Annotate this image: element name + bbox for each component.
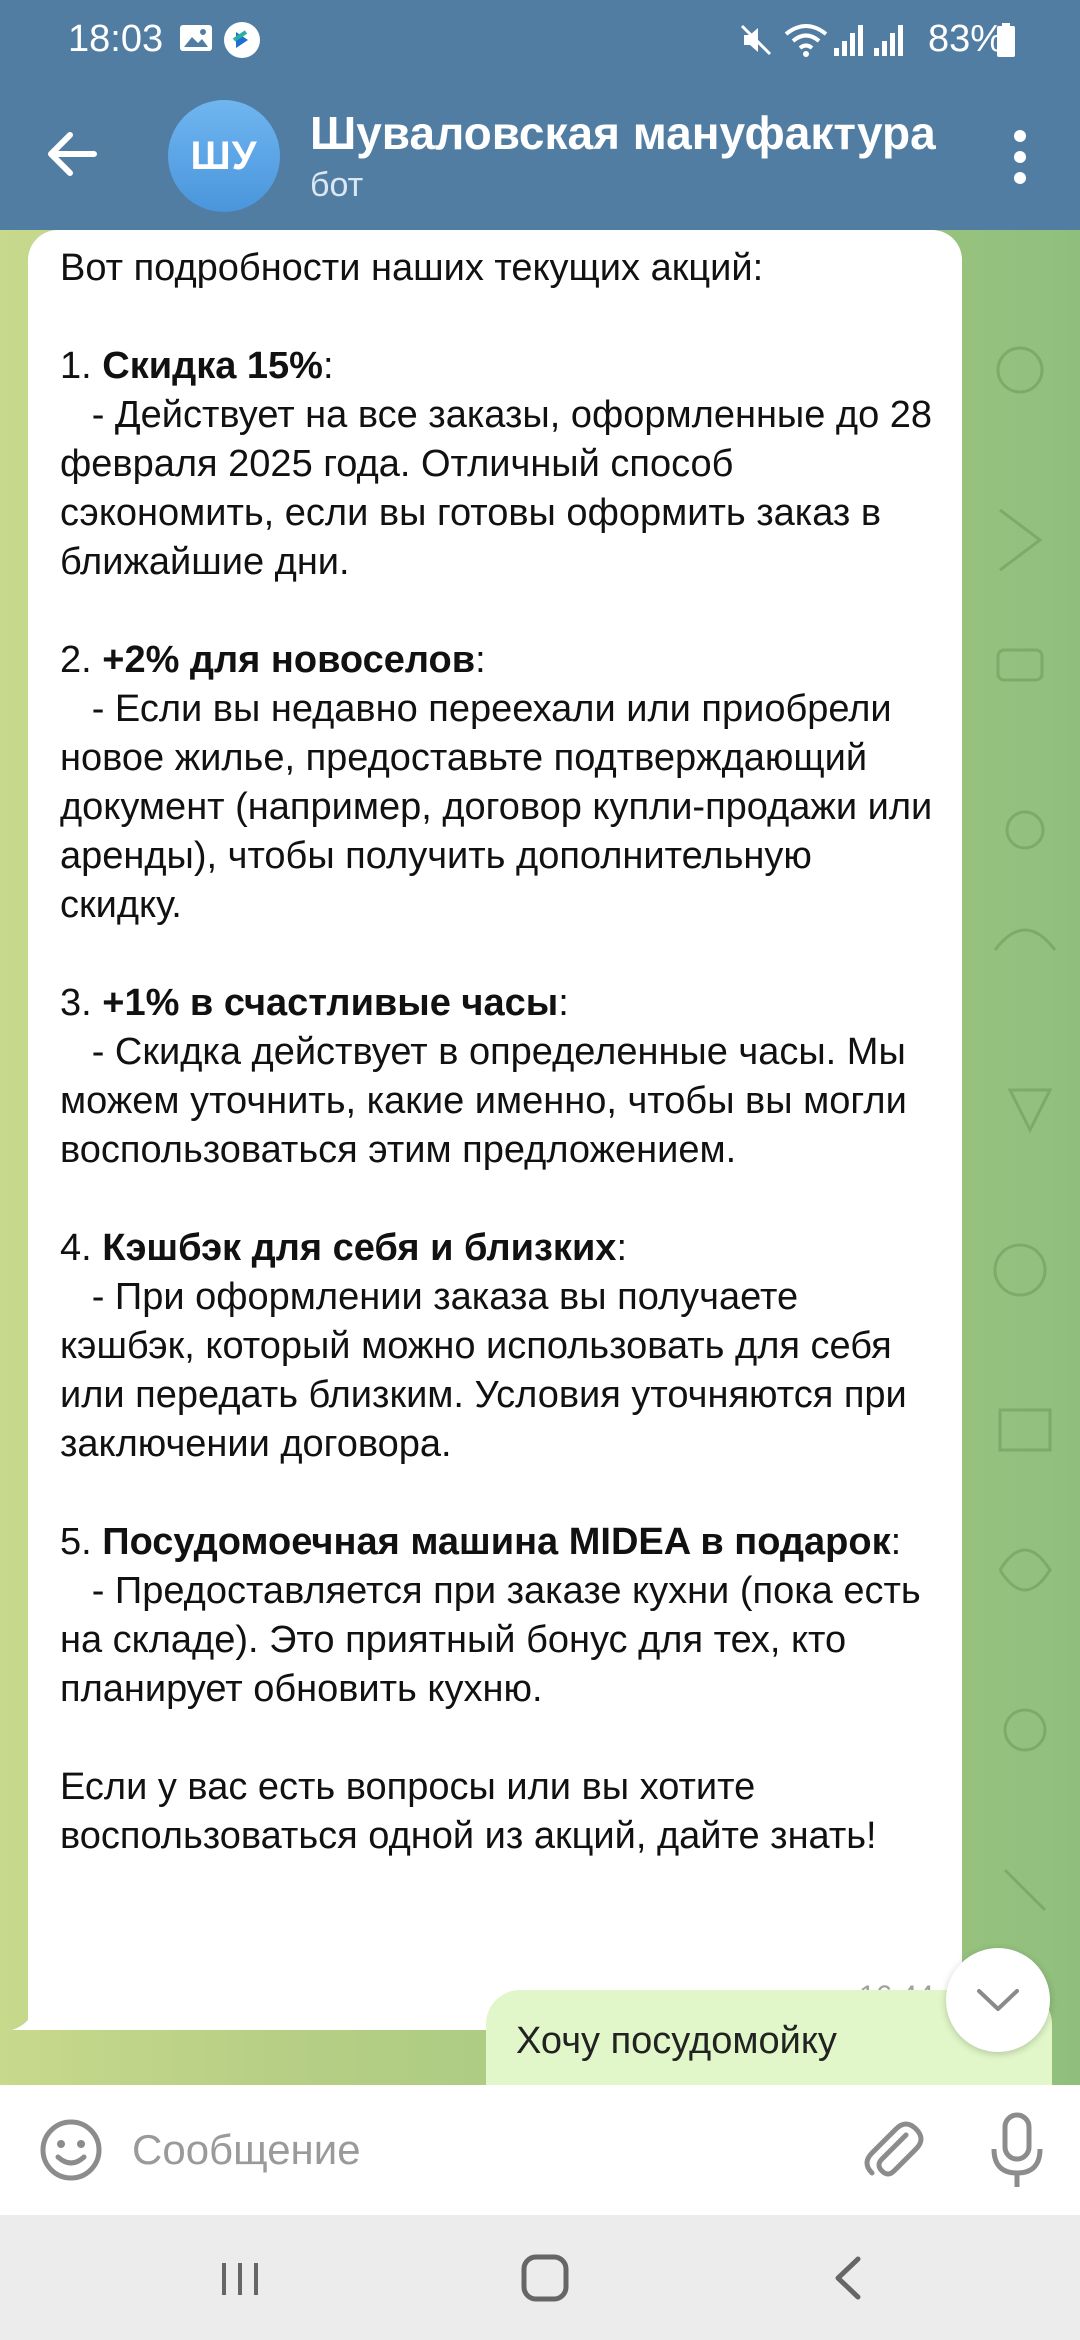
avatar[interactable]: ШУ bbox=[168, 100, 280, 212]
more-options-button[interactable] bbox=[990, 122, 1050, 192]
system-back-button[interactable] bbox=[826, 2251, 870, 2305]
message-input[interactable] bbox=[132, 2111, 832, 2189]
message-input-bar bbox=[0, 2085, 1080, 2215]
list-item: 2. +2% для новоселов: - Если вы недавно … bbox=[60, 639, 933, 926]
wifi-icon bbox=[784, 22, 828, 63]
emoji-button[interactable] bbox=[36, 2115, 106, 2185]
promo-title: Посудомоечная машина MIDEA в подарок bbox=[102, 1521, 891, 1563]
list-item: 1. Скидка 15%: - Действует на все заказы… bbox=[60, 345, 933, 583]
mute-icon bbox=[738, 22, 774, 63]
signal-icon bbox=[872, 22, 906, 63]
message-intro: Вот подробности наших текущих акций: bbox=[60, 247, 764, 289]
back-button[interactable] bbox=[40, 122, 104, 186]
top-bar: 18:03 83% ШУ Шуваловская мануфактура бот bbox=[0, 0, 1080, 230]
home-icon bbox=[521, 2254, 569, 2302]
home-button[interactable] bbox=[518, 2251, 572, 2305]
scroll-down-button[interactable] bbox=[946, 1948, 1050, 2052]
battery-icon bbox=[996, 22, 1016, 63]
promo-title: +2% для новоселов bbox=[102, 639, 476, 681]
battery-percent: 83% bbox=[927, 18, 1004, 60]
message-outro: Если у вас есть вопросы или вы хотите во… bbox=[60, 1766, 877, 1857]
chat-area[interactable]: Вот подробности наших текущих акций: 1. … bbox=[0, 230, 1080, 2085]
recent-apps-button[interactable] bbox=[216, 2255, 264, 2303]
status-time: 18:03 bbox=[68, 18, 164, 60]
more-vertical-icon bbox=[1014, 130, 1026, 184]
attach-button[interactable] bbox=[856, 2113, 930, 2187]
status-bar: 18:03 83% bbox=[0, 0, 1080, 82]
message-text: Вот подробности наших текущих акций: 1. … bbox=[60, 244, 940, 1861]
paperclip-icon bbox=[864, 2121, 924, 2177]
promo-title: Скидка 15% bbox=[102, 345, 323, 387]
outgoing-message-text: Хочу посудомойку bbox=[516, 2020, 837, 2062]
list-item: 4. Кэшбэк для себя и близких: - При офор… bbox=[60, 1227, 907, 1465]
microphone-button[interactable] bbox=[982, 2109, 1052, 2193]
list-item: 3. +1% в счастливые часы: - Скидка дейст… bbox=[60, 982, 907, 1171]
smile-icon bbox=[40, 2119, 102, 2181]
chat-title[interactable]: Шуваловская мануфактура bbox=[310, 106, 936, 160]
chevron-down-icon bbox=[977, 1989, 1019, 2011]
arrow-left-icon bbox=[48, 132, 97, 176]
system-navigation-bar bbox=[0, 2215, 1080, 2340]
gallery-icon bbox=[178, 22, 214, 59]
app-notification-icon bbox=[222, 20, 262, 65]
microphone-icon bbox=[991, 2112, 1043, 2187]
list-item: 5. Посудомоечная машина MIDEA в подарок:… bbox=[60, 1521, 921, 1710]
incoming-message-bubble[interactable]: Вот подробности наших текущих акций: 1. … bbox=[28, 230, 962, 2030]
background-pattern-icon bbox=[993, 346, 1057, 1912]
back-chevron-icon bbox=[835, 2256, 861, 2300]
chat-subtitle: бот bbox=[310, 166, 364, 204]
signal-icon bbox=[832, 22, 866, 63]
promo-title: +1% в счастливые часы bbox=[102, 982, 559, 1024]
promo-title: Кэшбэк для себя и близких bbox=[102, 1227, 617, 1269]
bubble-tail-icon bbox=[12, 1996, 42, 2030]
recents-icon bbox=[222, 2263, 258, 2295]
